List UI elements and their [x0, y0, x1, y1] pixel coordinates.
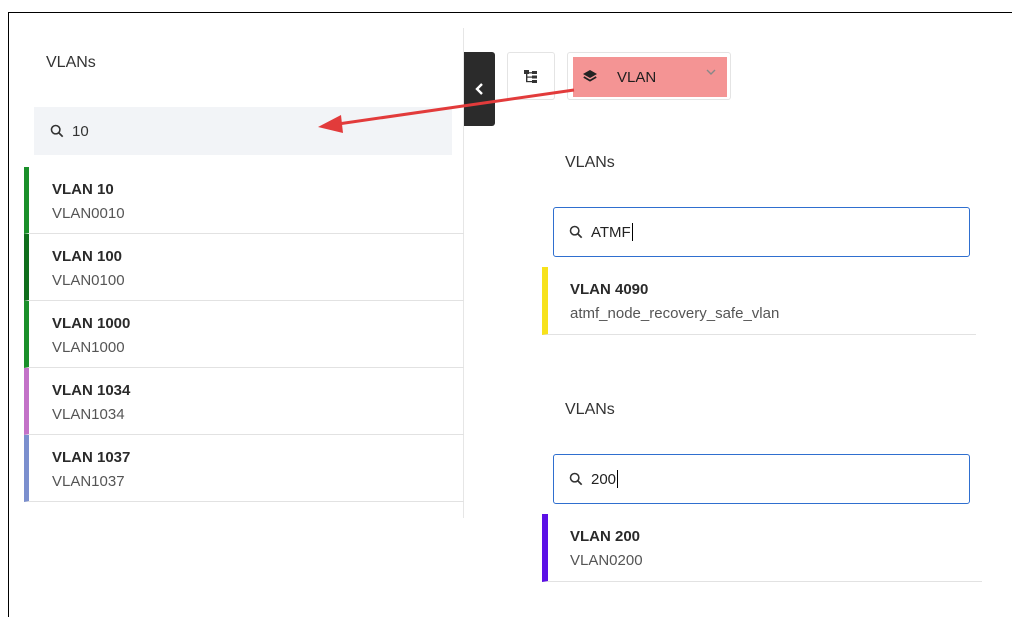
vlan-code: VLAN0010: [52, 205, 125, 222]
vlan-code: VLAN0200: [570, 552, 643, 569]
search-input[interactable]: 200: [553, 454, 970, 504]
search-input[interactable]: ATMF: [553, 207, 970, 257]
hierarchy-icon: [524, 69, 537, 83]
vlan-code: atmf_node_recovery_safe_vlan: [570, 305, 780, 322]
vlan-name: VLAN 1000: [52, 315, 131, 332]
layers-icon: [583, 70, 597, 82]
search-icon: [569, 472, 583, 486]
text-caret: [617, 470, 619, 488]
vlan-name: VLAN 1034: [52, 382, 131, 399]
search-icon: [569, 225, 583, 239]
search-query: 10: [72, 122, 89, 140]
panel-title: VLANs: [46, 54, 96, 71]
search-icon: [50, 124, 64, 138]
search-input[interactable]: 10: [34, 107, 452, 155]
list-item[interactable]: VLAN 1000 VLAN1000: [24, 301, 464, 368]
layer-select-dropdown[interactable]: VLAN: [567, 52, 731, 100]
vlan-code: VLAN1034: [52, 406, 125, 423]
list-item[interactable]: VLAN 10 VLAN0010: [24, 167, 464, 234]
chevron-down-icon: [706, 64, 716, 78]
vlan-code: VLAN1000: [52, 339, 125, 356]
list-item[interactable]: VLAN 4090 atmf_node_recovery_safe_vlan: [542, 267, 976, 335]
vlan-code: VLAN0100: [52, 272, 125, 289]
section-title: VLANs: [565, 154, 615, 171]
chevron-left-icon: [474, 83, 483, 95]
text-caret: [631, 223, 633, 241]
search-query: ATMF: [591, 223, 631, 241]
dropdown-label: VLAN: [617, 68, 657, 86]
list-item[interactable]: VLAN 100 VLAN0100: [24, 234, 464, 301]
search-query: 200: [591, 470, 617, 488]
section-title: VLANs: [565, 401, 615, 418]
list-item[interactable]: VLAN 200 VLAN0200: [542, 514, 982, 582]
vlan-list-panel: VLANs 10 VLAN 10 VLAN0010 VLAN 100 VLAN0…: [24, 28, 464, 518]
vlan-code: VLAN1037: [52, 473, 125, 490]
vlan-name: VLAN 10: [52, 181, 114, 198]
list-item[interactable]: VLAN 1034 VLAN1034: [24, 368, 464, 435]
list-item[interactable]: VLAN 1037 VLAN1037: [24, 435, 464, 502]
hierarchy-view-button[interactable]: [507, 52, 555, 100]
vlan-name: VLAN 4090: [570, 281, 649, 298]
vlan-list: VLAN 10 VLAN0010 VLAN 100 VLAN0100 VLAN …: [24, 167, 464, 502]
collapse-panel-button[interactable]: [464, 52, 495, 126]
dropdown-highlight: VLAN: [573, 57, 727, 97]
vlan-name: VLAN 200: [570, 528, 641, 545]
vlan-name: VLAN 1037: [52, 449, 131, 466]
vlan-name: VLAN 100: [52, 248, 123, 265]
